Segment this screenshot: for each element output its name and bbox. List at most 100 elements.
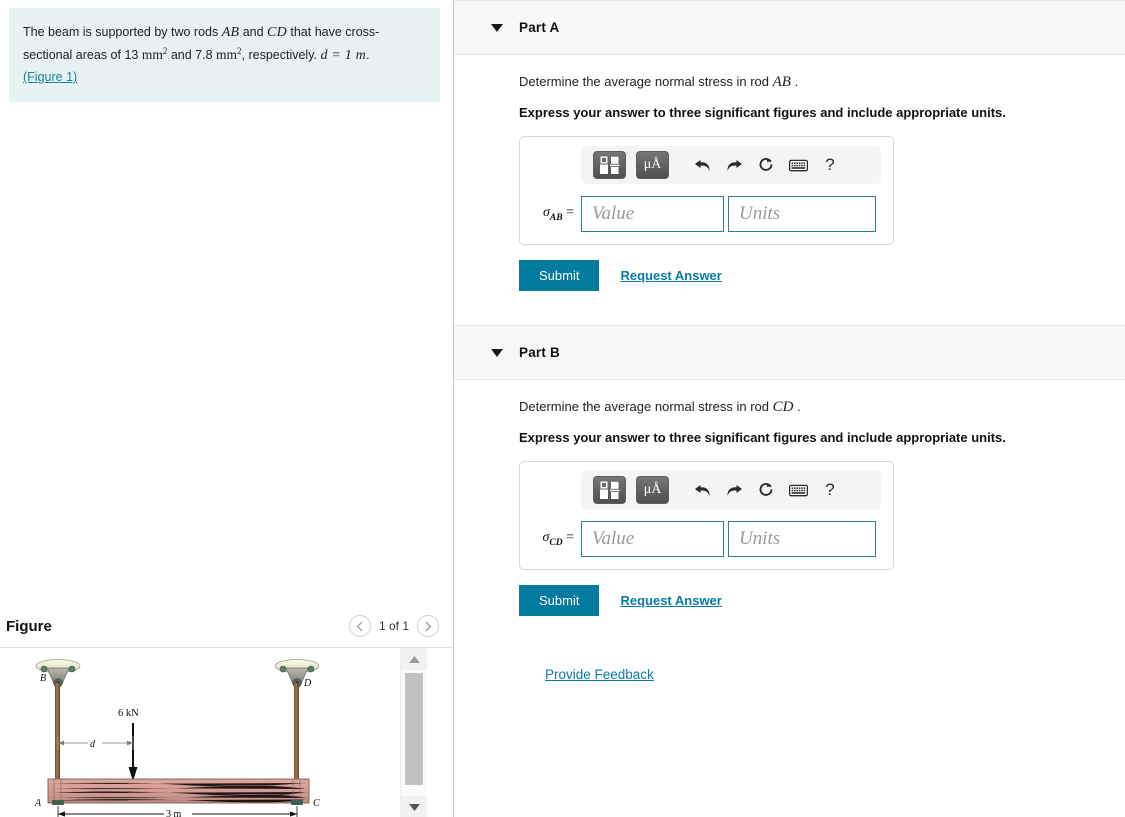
part-b-actions: Submit Request Answer — [519, 585, 1125, 616]
figure-prev-button[interactable] — [348, 615, 371, 637]
undo-arrow-icon — [694, 159, 710, 171]
reset-button[interactable] — [755, 478, 777, 502]
statement-text-5: , respectively. — [241, 48, 321, 63]
undo-arrow-icon — [694, 484, 710, 496]
help-button[interactable]: ? — [819, 153, 841, 177]
part-a-answer-box: μÅ ? σAB = Value Units — [519, 136, 894, 245]
chevron-right-icon — [424, 621, 431, 631]
undo-button[interactable] — [691, 153, 713, 177]
part-b-instruction: Express your answer to three significant… — [519, 430, 1006, 445]
sigma-symbol: σ — [543, 205, 550, 221]
part-b-question: Determine the average normal stress in r… — [519, 399, 1125, 416]
label-d: D — [303, 678, 312, 689]
part-b-body: Determine the average normal stress in r… — [454, 399, 1125, 684]
part-a-actions: Submit Request Answer — [519, 260, 1125, 291]
figure-scroll-up-button[interactable] — [401, 648, 427, 670]
help-button[interactable]: ? — [819, 478, 841, 502]
keyboard-button[interactable] — [787, 153, 809, 177]
math-template-button[interactable] — [593, 476, 626, 504]
triangle-down-icon — [408, 803, 420, 811]
part-a-header[interactable]: Part A — [454, 0, 1125, 55]
collapse-caret-icon[interactable] — [491, 348, 503, 357]
figure-header: Figure 1 of 1 — [0, 605, 453, 647]
chevron-left-icon — [357, 621, 363, 631]
label-a: A — [34, 798, 42, 809]
units-button[interactable]: μÅ — [636, 476, 669, 504]
part-a-question-suffix: . — [794, 74, 799, 89]
label-c: C — [313, 798, 320, 809]
figure-scroll-thumb[interactable] — [405, 673, 423, 785]
part-b-answer-box: μÅ ? σCD = Value Units — [519, 461, 894, 570]
part-a-request-answer-link[interactable]: Request Answer — [620, 268, 721, 283]
dimension-d: d — [57, 736, 134, 750]
problem-page: The beam is supported by two rods AB and… — [0, 0, 1125, 817]
part-a-question: Determine the average normal stress in r… — [519, 74, 1125, 91]
part-a-value-input[interactable]: Value — [581, 196, 724, 232]
figure-counter: 1 of 1 — [378, 619, 409, 633]
figure-panel: B D 6 kN d A C 3 m — [0, 647, 453, 817]
provide-feedback-link[interactable]: Provide Feedback — [545, 667, 654, 682]
figure-next-button[interactable] — [417, 615, 439, 637]
unit-mm-2: mm — [216, 47, 238, 63]
sigma-subscript: CD — [549, 537, 563, 548]
figure-title: Figure — [6, 617, 52, 635]
part-b-units-input[interactable]: Units — [728, 521, 876, 557]
part-a-question-prefix: Determine the average normal stress in r… — [519, 74, 773, 89]
rod-cd — [294, 683, 299, 780]
figure-scroll-down-button[interactable] — [401, 796, 427, 817]
part-b-title: Part B — [519, 345, 560, 360]
math-template-button[interactable] — [593, 151, 626, 179]
figure-1-link[interactable]: (Figure 1) — [23, 70, 77, 84]
part-a-submit-button[interactable]: Submit — [519, 260, 600, 291]
svg-text:3 m: 3 m — [166, 809, 182, 817]
load-arrow — [128, 723, 138, 781]
undo-button[interactable] — [691, 478, 713, 502]
part-b-question-var: CD — [772, 399, 794, 415]
equals-sign: = — [566, 205, 574, 221]
part-b-submit-button[interactable]: Submit — [519, 585, 600, 616]
sigma-subscript: AB — [549, 212, 563, 223]
keyboard-button[interactable] — [787, 478, 809, 502]
math-template-icon — [600, 481, 620, 499]
part-a-instruction: Express your answer to three significant… — [519, 105, 1006, 120]
equals-sign: = — [566, 530, 574, 546]
triangle-up-icon — [408, 655, 420, 663]
collapse-caret-icon[interactable] — [491, 23, 503, 32]
statement-text-4: and 7.8 — [167, 48, 216, 63]
part-a-spacer — [519, 291, 1125, 325]
keyboard-icon — [788, 484, 808, 496]
part-b-question-suffix: . — [797, 399, 801, 414]
part-a-variable-label: σAB = — [529, 205, 581, 223]
redo-arrow-icon — [726, 484, 742, 496]
math-template-icon — [600, 156, 620, 174]
redo-button[interactable] — [723, 153, 745, 177]
rod-cd-symbol: CD — [267, 25, 287, 40]
figure-scrollbar[interactable] — [400, 648, 427, 817]
reset-button[interactable] — [755, 153, 777, 177]
part-a-units-input[interactable]: Units — [728, 196, 876, 232]
dimension-span: 3 m — [57, 806, 298, 817]
part-b-value-input[interactable]: Value — [581, 521, 724, 557]
part-b-header[interactable]: Part B — [454, 325, 1125, 380]
figure-navigation: 1 of 1 — [348, 615, 439, 637]
reset-circle-icon — [759, 158, 773, 171]
reset-circle-icon — [759, 483, 773, 496]
redo-arrow-icon — [726, 159, 742, 171]
part-a-question-var: AB — [772, 74, 791, 90]
given-value-d: d = 1 m — [320, 48, 366, 64]
rod-ab — [55, 683, 60, 780]
part-b-toolbar: μÅ ? — [581, 471, 881, 509]
keyboard-icon — [788, 159, 808, 171]
left-panel: The beam is supported by two rods AB and… — [0, 0, 453, 817]
part-b-request-answer-link[interactable]: Request Answer — [620, 593, 721, 608]
units-button[interactable]: μÅ — [636, 151, 669, 179]
redo-button[interactable] — [723, 478, 745, 502]
problem-statement: The beam is supported by two rods AB and… — [9, 8, 440, 102]
right-panel: Part A Determine the average normal stre… — [454, 0, 1125, 817]
part-a-toolbar: μÅ ? — [581, 146, 881, 184]
part-a-answer-row: σAB = Value Units — [529, 196, 884, 232]
unit-mm-1: mm — [141, 47, 163, 63]
part-b-variable-label: σCD = — [529, 530, 581, 548]
load-label: 6 kN — [118, 708, 139, 719]
part-b-answer-row: σCD = Value Units — [529, 521, 884, 557]
